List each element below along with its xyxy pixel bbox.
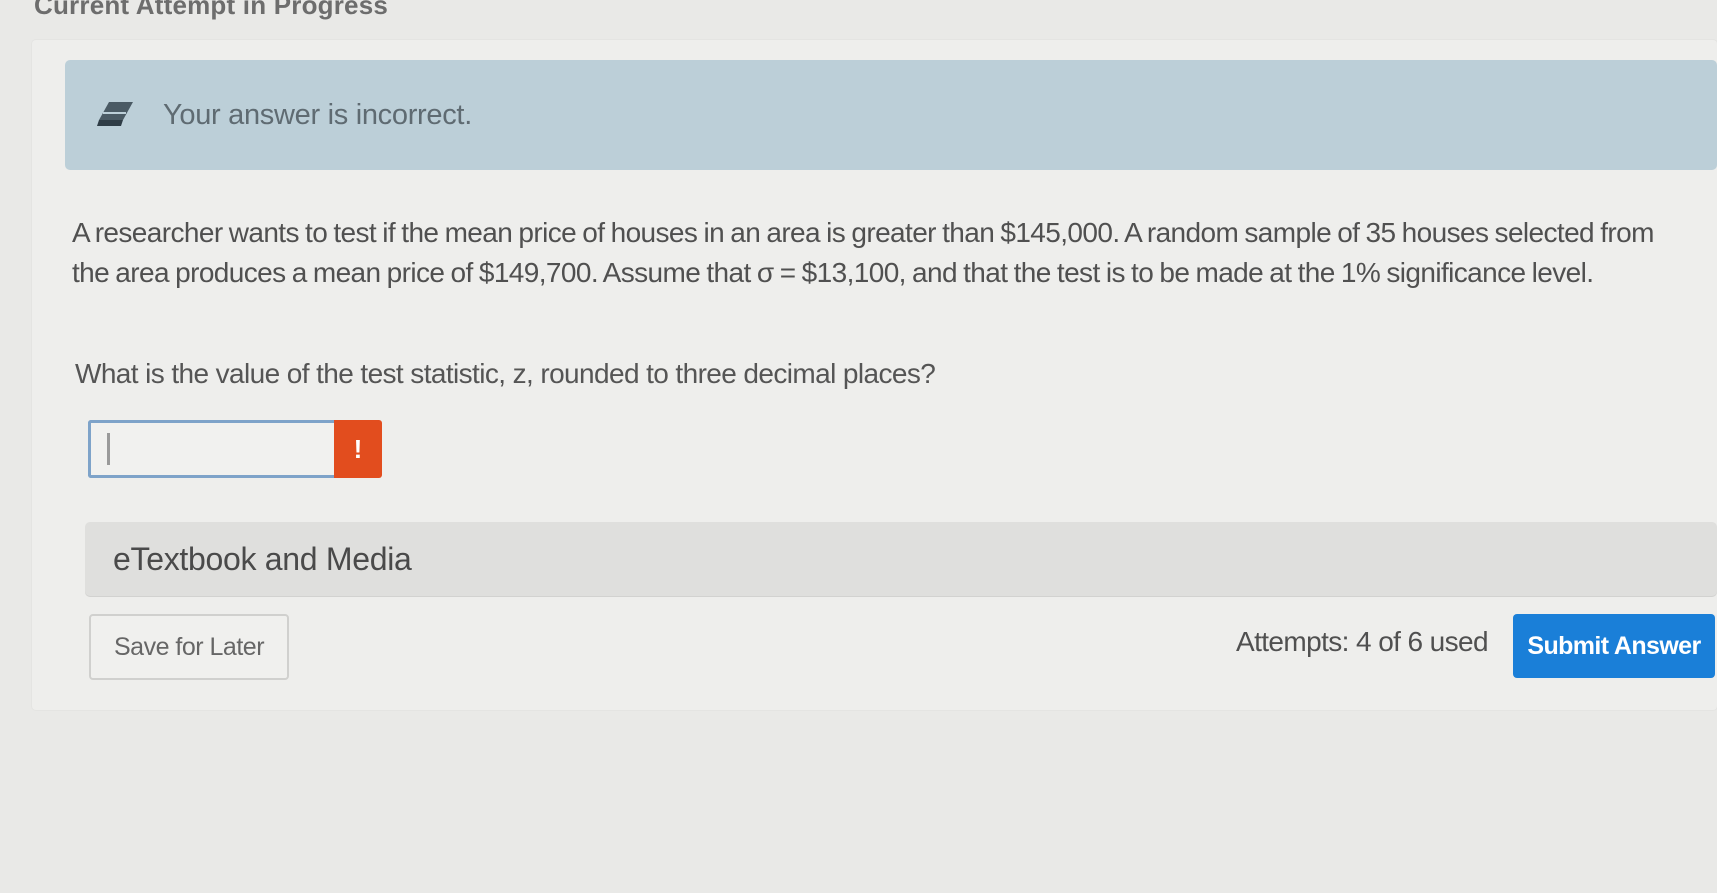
feedback-message: Your answer is incorrect. xyxy=(163,98,472,131)
etextbook-media-label: eTextbook and Media xyxy=(113,540,412,577)
feedback-banner: Your answer is incorrect. xyxy=(65,60,1717,170)
question-text: A researcher wants to test if the mean p… xyxy=(72,217,1654,288)
text-cursor xyxy=(107,433,110,465)
question-prompt: What is the value of the test statistic,… xyxy=(75,358,936,389)
eraser-icon xyxy=(97,102,133,126)
answer-input[interactable] xyxy=(88,420,334,478)
submit-answer-button[interactable]: Submit Answer xyxy=(1513,614,1715,678)
attempts-counter: Attempts: 4 of 6 used xyxy=(1236,626,1489,657)
error-badge: ! xyxy=(334,420,382,478)
page-title: Current Attempt in Progress xyxy=(34,0,389,20)
etextbook-media-toggle[interactable]: eTextbook and Media xyxy=(85,522,1717,596)
save-for-later-button[interactable]: Save for Later xyxy=(89,614,289,680)
